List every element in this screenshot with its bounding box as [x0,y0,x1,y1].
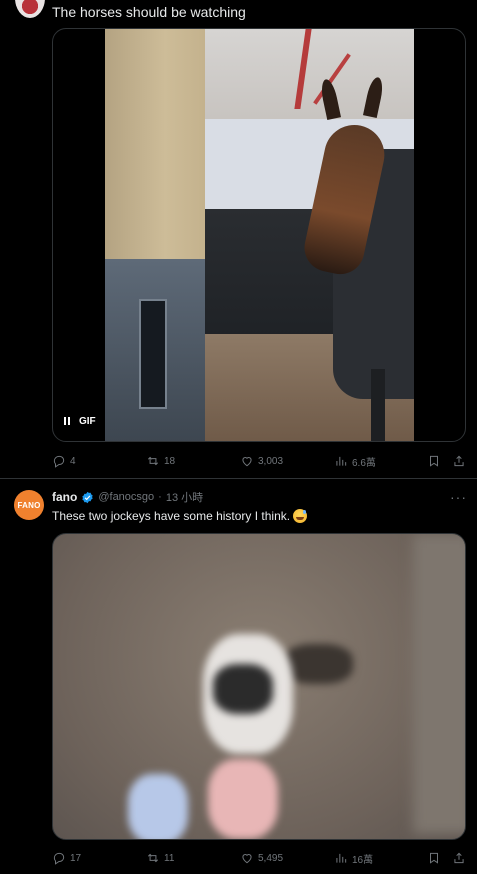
gif-label: GIF [79,415,96,427]
avatar[interactable]: FANO [14,490,44,520]
horse-gif-frame [105,29,414,441]
timestamp[interactable]: 13 小時 [166,489,203,505]
views-button[interactable]: 16萬 [334,851,373,866]
reply-icon [53,455,65,468]
verified-icon [82,491,93,503]
bookmark-icon [430,455,438,467]
views-icon [336,456,347,466]
reply-count: 4 [70,455,76,467]
avatar[interactable] [15,0,45,18]
like-button[interactable]: 3,003 [240,454,283,468]
views-count: 6.6萬 [352,457,376,469]
separator: · [158,491,162,503]
tweet-text-row: These two jockeys have some history I th… [52,509,308,523]
like-icon [242,854,252,864]
views-button[interactable]: 6.6萬 [334,454,376,469]
views-count: 16萬 [352,854,374,866]
retweet-count: 11 [164,852,175,864]
views-icon [336,853,347,863]
tweet-horses[interactable]: The horses should be watching GIF 4 18 3… [0,0,477,479]
tweet-jockeys[interactable]: FANO fano @fanocsgo · 13 小時 ··· These tw… [0,480,477,874]
share-icon [454,852,464,864]
share-button[interactable] [452,454,466,468]
reply-button[interactable]: 4 [52,454,76,468]
gif-media[interactable]: GIF [52,28,466,442]
bookmark-button[interactable] [427,454,441,468]
like-button[interactable]: 5,495 [240,851,283,865]
action-bar: 4 18 3,003 6.6萬 [52,451,466,471]
share-button[interactable] [452,851,466,865]
tweet-header: fano @fanocsgo · 13 小時 [52,489,203,505]
retweet-button[interactable]: 11 [146,851,174,865]
pause-icon[interactable] [61,415,73,427]
like-icon [242,457,252,467]
retweet-icon [147,853,159,863]
reply-icon [53,852,65,865]
retweet-icon [147,456,159,466]
tweet-text: The horses should be watching [52,4,246,20]
retweet-button[interactable]: 18 [146,454,175,468]
bookmark-icon [430,852,438,864]
reply-button[interactable]: 17 [52,851,81,865]
author-name[interactable]: fano [52,490,77,504]
retweet-count: 18 [164,455,176,467]
more-icon[interactable]: ··· [450,489,467,505]
share-icon [454,455,464,467]
author-handle[interactable]: @fanocsgo [98,491,154,503]
bookmark-button[interactable] [427,851,441,865]
like-count: 3,003 [258,455,284,467]
video-media[interactable] [52,533,466,840]
grinning-sweat-emoji-icon [293,509,308,523]
gif-badge[interactable]: GIF [61,415,96,427]
tweet-text: These two jockeys have some history I th… [52,509,291,523]
like-count: 5,495 [258,852,284,864]
reply-count: 17 [70,852,82,864]
action-bar: 17 11 5,495 16萬 [52,848,466,868]
